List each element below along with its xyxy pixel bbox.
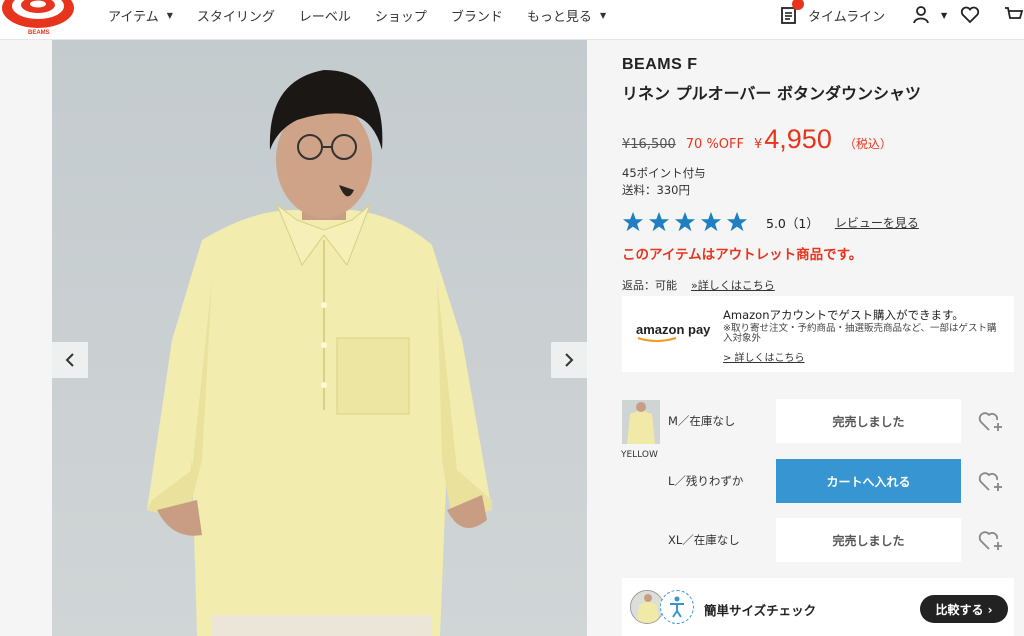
notification-dot xyxy=(792,0,804,10)
nav-item-label[interactable]: レーベル xyxy=(299,6,351,25)
user-icon xyxy=(913,6,929,24)
discount-badge: 70 %OFF xyxy=(685,137,744,152)
favorites-button[interactable] xyxy=(960,0,980,30)
returns-link[interactable]: »詳しくはこちら xyxy=(691,277,775,293)
star-icon xyxy=(700,211,722,232)
cart-button[interactable] xyxy=(1004,0,1024,30)
review-link[interactable]: レビューを見る xyxy=(835,214,919,231)
tax-note: （税込） xyxy=(843,137,892,151)
nav-label: ブランド xyxy=(450,9,503,25)
add-favorite-icon[interactable] xyxy=(978,469,1004,493)
star-icon xyxy=(648,211,670,232)
outlet-notice: このアイテムはアウトレット商品です。 xyxy=(622,247,863,263)
size-label: L／残りわずか xyxy=(668,474,744,488)
compare-button[interactable]: 比較する › xyxy=(920,595,1008,623)
returns-info: 返品：可能 »詳しくはこちら xyxy=(622,277,1014,293)
returns-label: 返品：可能 xyxy=(622,279,677,292)
nav-label: スタイリング xyxy=(196,9,275,25)
nav-label: もっと見る xyxy=(526,9,592,25)
amazon-pay-link[interactable]: > 詳しくはこちら xyxy=(723,349,805,364)
color-label: YELLOW xyxy=(621,450,658,460)
next-image-button[interactable] xyxy=(551,342,587,378)
timeline-label: タイムライン xyxy=(808,9,886,25)
caret-down-icon: ▼ xyxy=(166,10,173,20)
star-icon xyxy=(726,211,748,232)
product-image xyxy=(52,40,587,636)
nav-label: ショップ xyxy=(374,9,427,25)
nav-item-more[interactable]: もっと見る ▼ xyxy=(527,6,606,25)
size-row-m: M／在庫なし 完売しました xyxy=(668,399,1024,443)
amazon-pay-panel: amazon pay Amazonアカウントでゲスト購入ができます。 ※取り寄せ… xyxy=(622,296,1014,372)
caret-down-icon: ▼ xyxy=(941,10,948,20)
shipping-text: 送料：330円 xyxy=(622,183,690,197)
size-label: XL／在庫なし xyxy=(668,533,740,547)
prev-image-button[interactable] xyxy=(52,342,88,378)
add-favorite-icon[interactable] xyxy=(978,409,1004,433)
price-row: ¥16,500 70 %OFF ¥ 4,950 （税込） xyxy=(622,124,1014,155)
nav-label: レーベル xyxy=(298,9,351,25)
size-row-l: L／残りわずか カートへ入れる xyxy=(668,459,1024,503)
heart-icon xyxy=(960,6,980,24)
product-avatar xyxy=(630,590,664,624)
color-swatch-thumbnail[interactable] xyxy=(622,400,660,444)
timeline-link[interactable]: タイムライン xyxy=(780,0,885,30)
star-icon xyxy=(674,211,696,232)
star-icon xyxy=(622,211,644,232)
size-row-xl: XL／在庫なし 完売しました xyxy=(668,518,1024,562)
caret-down-icon: ▼ xyxy=(599,10,607,20)
amazon-pay-logo: amazon pay xyxy=(636,322,711,342)
amazon-pay-title: Amazonアカウントでゲスト購入ができます。 xyxy=(723,308,964,322)
svg-text:amazon pay: amazon pay xyxy=(636,322,711,337)
nav-item-brand[interactable]: ブランド xyxy=(451,6,503,25)
add-to-cart-button[interactable]: カートへ入れる xyxy=(776,459,961,503)
chevron-right-icon xyxy=(565,353,574,367)
sale-price: 4,950 xyxy=(764,124,832,154)
logo-text: BEAMS xyxy=(28,30,50,36)
nav-item-styling[interactable]: スタイリング xyxy=(197,6,275,25)
sold-out-button[interactable]: 完売しました xyxy=(776,399,961,443)
size-check-panel[interactable]: 簡単サイズチェック 比較する › xyxy=(622,578,1014,636)
original-price: ¥16,500 xyxy=(622,137,676,152)
brand-name[interactable]: BEAMS F xyxy=(622,56,1014,74)
timeline-icon xyxy=(780,0,804,24)
product-info: BEAMS F リネン プルオーバー ボタンダウンシャツ ¥16,500 70 … xyxy=(622,56,1014,293)
user-menu[interactable]: ▼ xyxy=(913,0,947,30)
points-text: 45ポイント付与 xyxy=(622,166,706,180)
amazon-pay-note: ※取り寄せ注文・予約商品・抽選販売商品など、一部はゲスト購入対象外 xyxy=(723,323,997,344)
cart-icon xyxy=(1005,7,1024,19)
rating: 5.0（1） レビューを見る xyxy=(622,209,1014,235)
body-size-icon xyxy=(660,590,694,624)
product-title: リネン プルオーバー ボタンダウンシャツ xyxy=(622,84,921,103)
sold-out-button[interactable]: 完売しました xyxy=(776,518,961,562)
size-label: M／在庫なし xyxy=(668,414,736,428)
nav-label: アイテム xyxy=(108,9,159,25)
chevron-left-icon xyxy=(65,353,74,367)
size-check-label: 簡単サイズチェック xyxy=(704,603,817,618)
currency-symbol: ¥ xyxy=(753,137,763,152)
beams-logo[interactable]: BEAMS xyxy=(0,0,74,40)
add-favorite-icon[interactable] xyxy=(978,528,1004,552)
site-header: BEAMS アイテム ▼ スタイリング レーベル ショップ ブランド もっと見る ▼… xyxy=(0,0,1024,40)
nav-item-items[interactable]: アイテム ▼ xyxy=(108,6,173,25)
rating-score: 5.0（1） xyxy=(766,215,819,231)
main-nav: アイテム ▼ スタイリング レーベル ショップ ブランド もっと見る ▼ xyxy=(108,0,630,30)
nav-item-shop[interactable]: ショップ xyxy=(375,6,427,25)
